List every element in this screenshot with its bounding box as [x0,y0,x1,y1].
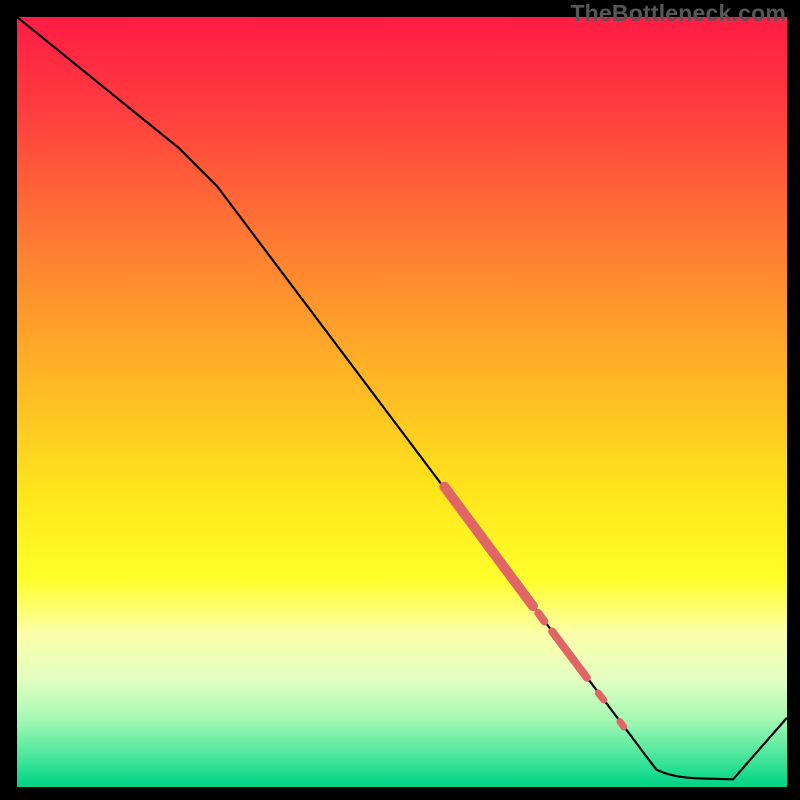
chart-container: TheBottleneck.com [0,0,800,800]
highlight-segment [598,693,603,700]
watermark-text: TheBottleneck.com [570,0,786,27]
gradient-background [17,17,787,787]
highlight-segment [620,722,624,727]
highlight-segment [538,613,544,621]
bottleneck-chart [17,17,787,787]
plot-area [17,17,787,787]
